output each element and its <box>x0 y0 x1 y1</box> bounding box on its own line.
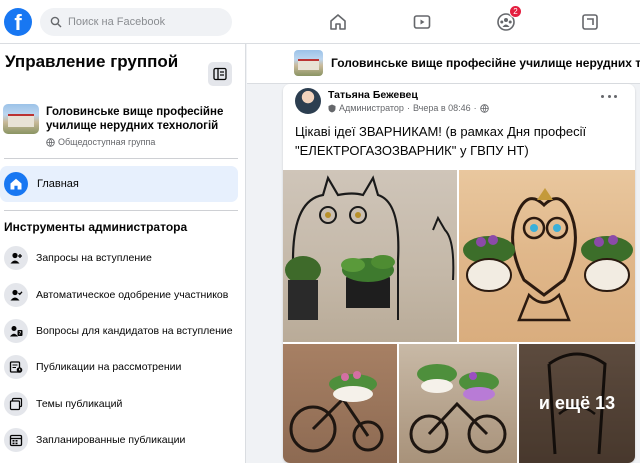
post-meta: Администратор · Вчера в 08:46 · <box>328 103 489 113</box>
home-icon <box>4 172 28 196</box>
group-privacy-label: Общедоступная группа <box>58 137 156 147</box>
home-nav-button[interactable] <box>324 8 352 36</box>
author-avatar[interactable] <box>295 88 321 114</box>
admin-shield-icon <box>328 104 336 112</box>
watch-nav-button[interactable] <box>408 8 436 36</box>
sidebar-toggle-icon <box>213 67 227 81</box>
sidebar-item-label: Темы публикаций <box>36 398 123 410</box>
post-options-button[interactable] <box>601 91 617 101</box>
more-dot-icon <box>607 94 611 98</box>
divider <box>4 210 238 211</box>
gaming-nav-button[interactable] <box>576 8 604 36</box>
more-photos-count: и ещё 13 <box>538 393 616 413</box>
post-photo-more[interactable]: и ещё 13 <box>519 344 635 463</box>
divider <box>4 158 238 159</box>
group-title[interactable]: Головинське вище професійне училище неру… <box>331 56 640 70</box>
meta-separator: · <box>406 103 410 113</box>
search-icon <box>50 16 62 28</box>
post-photo[interactable] <box>283 344 397 463</box>
sidebar-item-membership-requests[interactable]: Запросы на вступление <box>4 243 240 273</box>
post-photo[interactable] <box>283 170 457 342</box>
group-cover-thumbnail <box>3 104 39 134</box>
question-icon: ? <box>4 319 28 343</box>
sidebar-item-label: Запросы на вступление <box>36 252 152 264</box>
top-navigation-bar: f 2 <box>0 0 640 44</box>
post-text: Цікаві ідеї ЗВАРНИКАМ! (в рамках Дня про… <box>295 124 587 158</box>
sidebar-item-auto-approval[interactable]: Автоматическое одобрение участников <box>4 280 240 310</box>
user-plus-icon <box>4 246 28 270</box>
owl-planter-image <box>463 188 633 322</box>
sidebar-item-label: Автоматическое одобрение участников <box>36 289 229 301</box>
group-management-sidebar: Управление группой Головинське вище проф… <box>0 44 246 463</box>
post-timestamp[interactable]: Вчера в 08:46 <box>413 103 471 113</box>
notification-badge: 2 <box>509 5 522 18</box>
calendar-icon <box>4 428 28 452</box>
more-dot-icon <box>601 94 604 98</box>
bicycle-planter-image <box>289 371 384 453</box>
group-cover-thumbnail[interactable] <box>294 50 323 76</box>
search-input[interactable] <box>68 16 218 28</box>
post-card: Татьяна Бежевец Администратор · Вчера в … <box>283 84 635 463</box>
collapse-sidebar-button[interactable] <box>208 62 232 86</box>
meta-separator: · <box>473 103 477 113</box>
svg-text:?: ? <box>19 331 22 337</box>
more-dot-icon <box>614 94 617 98</box>
group-name: Головинське вище професійне училище неру… <box>46 106 224 132</box>
sidebar-item-label: Публикации на рассмотрении <box>36 361 182 373</box>
group-privacy: Общедоступная группа <box>46 137 155 147</box>
gaming-icon <box>582 14 598 30</box>
sidebar-item-home[interactable]: Главная <box>0 166 238 202</box>
groups-nav-button[interactable]: 2 <box>492 5 522 36</box>
group-header-bar: Головинське вище професійне училище неру… <box>247 44 640 84</box>
author-role: Администратор <box>339 103 404 113</box>
sidebar-item-label: Запланированные публикации <box>36 434 186 446</box>
home-icon <box>330 14 346 30</box>
group-info-card[interactable]: Головинське вище професійне училище неру… <box>3 104 239 152</box>
user-check-icon <box>4 283 28 307</box>
sidebar-item-scheduled-posts[interactable]: Запланированные публикации <box>4 425 240 455</box>
author-name[interactable]: Татьяна Бежевец <box>328 89 418 101</box>
post-photo[interactable] <box>459 170 635 342</box>
post-photo[interactable] <box>399 344 517 463</box>
sidebar-item-label: Главная <box>37 178 79 190</box>
sidebar-item-label: Вопросы для кандидатов на вступление <box>36 325 233 337</box>
sidebar-item-post-topics[interactable]: Темы публикаций <box>4 389 240 419</box>
cat-planter-image <box>285 175 455 320</box>
video-icon <box>413 15 431 29</box>
more-photos-overlay: и ещё 13 <box>519 344 635 463</box>
globe-icon <box>46 137 55 147</box>
facebook-logo[interactable]: f <box>4 8 32 36</box>
bicycle-planter-image <box>409 364 507 454</box>
sidebar-item-pending-posts[interactable]: Публикации на рассмотрении <box>4 352 240 382</box>
sidebar-title: Управление группой <box>5 52 179 71</box>
topics-icon <box>4 392 28 416</box>
admin-tools-heading: Инструменты администратора <box>4 220 188 234</box>
sidebar-item-membership-questions[interactable]: ? Вопросы для кандидатов на вступление <box>4 316 240 346</box>
globe-icon <box>479 103 489 113</box>
search-box[interactable] <box>40 8 232 36</box>
pending-posts-icon <box>4 355 28 379</box>
